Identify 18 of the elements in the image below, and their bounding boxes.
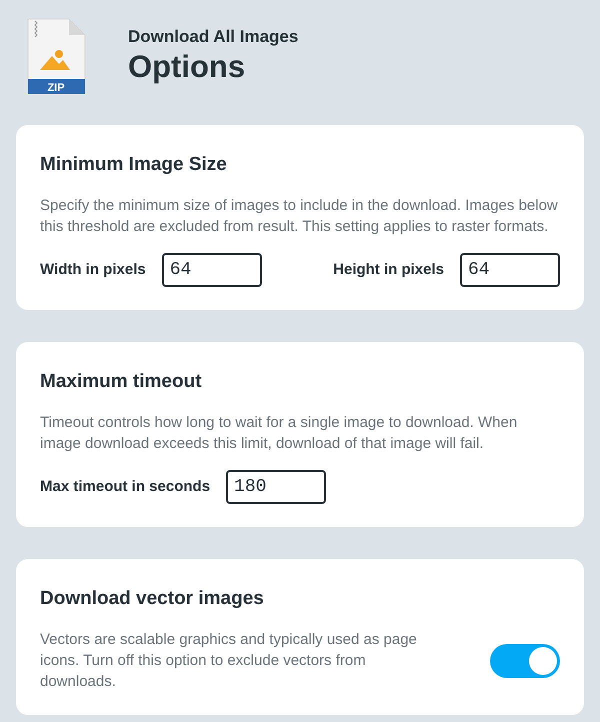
section-title: Minimum Image Size [40,153,227,177]
section-description: Timeout controls how long to wait for a single image to download. When image download exceeds this limit, download of that image will fail. [40,413,518,454]
field-label: Max timeout in seconds [40,476,210,497]
image-icon [40,50,70,70]
number-input[interactable]: 64 [162,253,262,287]
section-title: Maximum timeout [40,370,202,394]
field-label: Height in pixels [333,260,444,280]
section-title: Download vector images [40,587,264,611]
zip-file-icon [28,18,86,94]
toggle-switch[interactable] [490,644,560,678]
number-input[interactable]: 180 [226,470,326,504]
section-description: Vectors are scalable graphics and typically used as page icons. Turn off this option to exclude vectors from downloads. [40,630,418,692]
section-description: Specify the minimum size of images to include in the download. Images below this threshold are excluded from result. This setting applies to raster formats. [40,196,559,237]
app-name: Download All Images [128,26,298,48]
page-title: Options [128,48,246,86]
zip-label: ZIP [47,82,65,94]
field-label: Width in pixels [40,260,146,280]
number-input[interactable]: 64 [460,253,560,287]
